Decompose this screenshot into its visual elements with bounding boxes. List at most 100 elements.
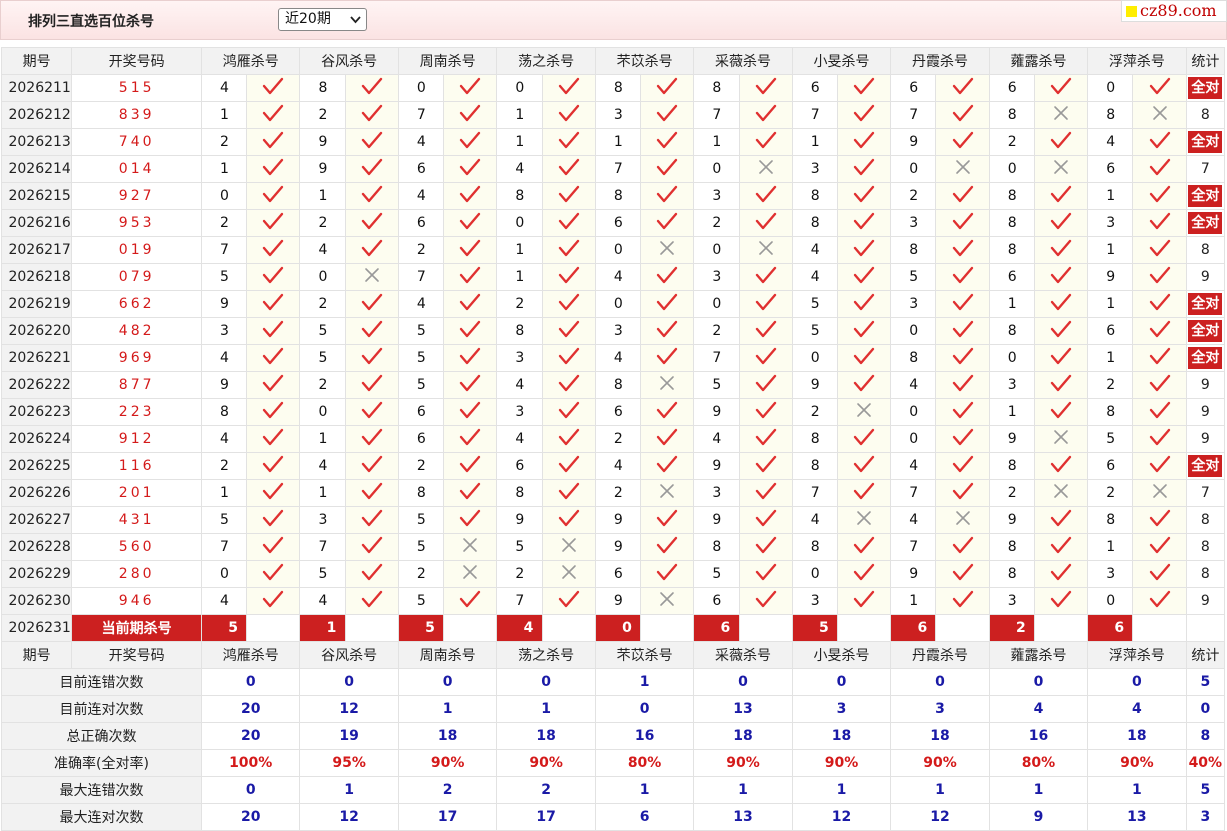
kill-number: 9 <box>890 560 937 588</box>
all-correct-badge: 全对 <box>1188 455 1223 477</box>
kill-number: 0 <box>693 290 740 318</box>
kill-number: 1 <box>496 236 543 264</box>
draw-number: 201 <box>71 479 202 507</box>
check-icon <box>541 209 596 237</box>
kill-number: 6 <box>594 209 642 237</box>
table-row: 2026227 431 5 3 5 9 9 9 4 4 9 8 8 <box>0 506 1226 534</box>
row-stat: 全对 <box>1185 182 1226 210</box>
check-icon <box>836 74 892 102</box>
check-icon <box>738 317 793 345</box>
table-row: 2026229 280 0 5 2 2 6 5 0 9 8 3 8 <box>0 560 1226 588</box>
kill-number: 0 <box>791 344 839 372</box>
metric-value: 0 <box>988 668 1089 696</box>
table-row: 2026211 515 4 8 0 0 8 8 6 6 6 0 全对 <box>0 74 1226 102</box>
check-icon <box>246 236 301 264</box>
metric-value: 2 <box>397 776 498 804</box>
metric-value: 18 <box>693 722 793 750</box>
kill-number: 3 <box>594 101 642 129</box>
kill-number: 8 <box>791 209 839 237</box>
column-header-expert: 谷风杀号 <box>299 47 399 75</box>
check-icon <box>443 506 498 534</box>
kill-number: 0 <box>200 560 248 588</box>
metric-stat: 3 <box>1185 803 1226 831</box>
current-kill-number: 5 <box>791 614 839 642</box>
check-icon <box>344 398 399 426</box>
check-icon <box>541 236 596 264</box>
table-row: 2026223 223 8 0 6 3 6 9 2 0 1 8 9 <box>0 398 1226 426</box>
kill-number: 2 <box>397 236 445 264</box>
current-stat-blank <box>1185 614 1226 642</box>
kill-number: 2 <box>988 479 1035 507</box>
kill-number: 4 <box>496 155 543 183</box>
kill-number: 8 <box>890 344 937 372</box>
check-icon <box>541 371 596 399</box>
metric-value: 1 <box>890 776 990 804</box>
kill-number: 3 <box>890 209 937 237</box>
check-icon <box>344 128 399 156</box>
kill-number: 3 <box>890 290 937 318</box>
kill-number: 8 <box>594 182 642 210</box>
all-correct-badge: 全对 <box>1188 320 1223 342</box>
row-stat: 全对 <box>1185 209 1226 237</box>
check-icon <box>1132 587 1187 615</box>
kill-number: 4 <box>299 236 346 264</box>
check-icon <box>541 452 596 480</box>
kill-number: 0 <box>890 155 937 183</box>
check-icon <box>836 425 892 453</box>
check-icon <box>344 344 399 372</box>
kill-number: 2 <box>496 560 543 588</box>
check-icon <box>836 236 892 264</box>
metric-value: 1 <box>299 776 399 804</box>
kill-number: 1 <box>200 101 248 129</box>
period-select[interactable]: 近20期 <box>278 8 367 31</box>
check-icon <box>640 425 695 453</box>
kill-number: 9 <box>594 506 642 534</box>
metric-value: 1 <box>1087 776 1187 804</box>
kill-number: 8 <box>200 398 248 426</box>
check-icon <box>935 587 990 615</box>
top-bar: 排列三直选百位杀号 近20期 <box>0 0 1227 40</box>
issue-number: 2026217 <box>0 236 73 264</box>
check-icon <box>836 371 892 399</box>
check-icon <box>1033 587 1089 615</box>
kill-number: 5 <box>299 317 346 345</box>
kill-number: 7 <box>200 533 248 561</box>
check-icon <box>443 452 498 480</box>
current-kill-blank <box>443 614 498 642</box>
kill-number: 4 <box>594 263 642 291</box>
table-row: 2026218 079 5 0 7 1 4 3 4 5 6 9 9 <box>0 263 1226 291</box>
watermark-text: cz89.com <box>1140 1 1217 20</box>
metric-label: 目前连对次数 <box>1 695 202 723</box>
column-header-expert: 浮萍杀号 <box>1087 641 1187 669</box>
metric-value: 16 <box>594 722 695 750</box>
check-icon <box>443 317 498 345</box>
kill-number: 1 <box>594 128 642 156</box>
issue-number: 2026214 <box>0 155 73 183</box>
kill-number: 8 <box>693 533 740 561</box>
check-icon <box>1132 290 1187 318</box>
check-icon <box>443 182 498 210</box>
metric-stat: 5 <box>1185 776 1226 804</box>
check-icon <box>640 155 695 183</box>
kill-number: 8 <box>594 74 642 102</box>
check-icon <box>738 398 793 426</box>
check-icon <box>443 371 498 399</box>
check-icon <box>935 317 990 345</box>
kill-number: 7 <box>496 587 543 615</box>
check-icon <box>443 344 498 372</box>
check-icon <box>1132 371 1187 399</box>
current-kill-blank <box>1132 614 1187 642</box>
row-stat: 8 <box>1185 533 1226 561</box>
cross-icon <box>738 236 793 264</box>
check-icon <box>246 128 301 156</box>
row-stat: 9 <box>1185 371 1226 399</box>
metric-value: 0 <box>496 668 596 696</box>
check-icon <box>1132 155 1187 183</box>
check-icon <box>1033 344 1089 372</box>
kill-number: 2 <box>200 128 248 156</box>
metric-value: 6 <box>594 803 695 831</box>
check-icon <box>1033 209 1089 237</box>
metric-stat: 0 <box>1185 695 1226 723</box>
kill-number: 7 <box>791 479 839 507</box>
kill-number: 2 <box>1087 371 1134 399</box>
